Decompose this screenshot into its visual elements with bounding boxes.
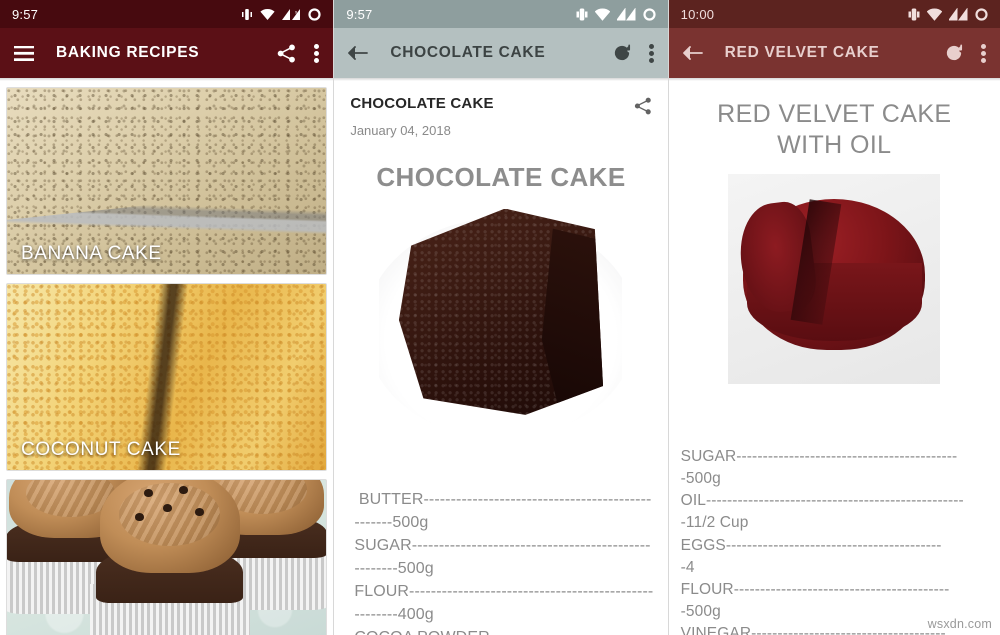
more-vert-icon[interactable] — [648, 43, 654, 63]
article-spacer — [350, 444, 651, 488]
vibrate-icon — [576, 8, 588, 20]
article-date: January 04, 2018 — [350, 123, 451, 138]
recipe-card-list: BANANA CAKE COCONUT CAKE — [0, 81, 333, 635]
status-bar: 9:57 x — [0, 0, 334, 28]
chocolate-cake-slice-photo — [379, 203, 623, 444]
article-red-velvet-cake: RED VELVET CAKE WITH OIL — [669, 81, 1000, 446]
back-arrow-icon[interactable] — [348, 45, 369, 61]
cake-slice-shape — [398, 208, 604, 415]
three-phone-screenshots: 9:57 x BAKING RECIPES BANANA CAKE COCONU… — [0, 0, 1000, 635]
hamburger-icon[interactable] — [14, 45, 34, 61]
signal-icon — [949, 7, 968, 20]
refresh-icon[interactable] — [613, 44, 631, 62]
recipe-card-label: BANANA CAKE — [21, 243, 162, 264]
signal-icon — [616, 7, 636, 20]
panel-chocolate-cake-detail: 9:57 CHOCOLATE CAKE CHOCOLATE CAKE Janua… — [333, 0, 668, 635]
more-vert-icon[interactable] — [981, 43, 986, 63]
ingredients-text: BUTTER----------------------------------… — [354, 490, 654, 635]
more-vert-icon[interactable] — [314, 43, 320, 63]
app-bar-actions — [277, 43, 320, 63]
vibrate-icon — [242, 8, 253, 20]
app-bar-actions — [613, 43, 654, 63]
recipe-card-coconut[interactable]: COCONUT CAKE — [6, 283, 328, 471]
article-title: CHOCOLATE CAKE — [350, 95, 494, 112]
status-icons — [908, 7, 988, 21]
ingredients-text: SUGAR-----------------------------------… — [680, 448, 964, 635]
app-bar: BAKING RECIPES — [0, 28, 334, 78]
wifi-icon — [927, 8, 942, 21]
recipe-card-banana[interactable]: BANANA CAKE — [6, 87, 328, 275]
red-velvet-cake-photo — [728, 174, 941, 384]
status-bar: 10:00 — [668, 0, 1000, 28]
app-bar: CHOCOLATE CAKE — [334, 28, 668, 78]
battery-icon — [975, 7, 988, 21]
article-heading: RED VELVET CAKE WITH OIL — [717, 100, 952, 159]
battery-icon — [308, 7, 321, 21]
article-spacer — [685, 384, 984, 446]
app-bar: RED VELVET CAKE — [668, 28, 1000, 78]
article-share-button[interactable] — [634, 95, 652, 120]
app-bar-title: CHOCOLATE CAKE — [390, 44, 546, 61]
refresh-icon[interactable] — [945, 44, 963, 62]
app-bar-title: RED VELVET CAKE — [724, 44, 880, 61]
panel-red-velvet-cake-detail: 10:00 RED VELVET CAKE RED VELVET CAKE WI… — [667, 0, 1000, 635]
recipe-card-label: COCONUT CAKE — [21, 439, 181, 460]
site-watermark: wsxdn.com — [927, 617, 992, 631]
status-time: 9:57 — [346, 6, 373, 22]
cupcake-front — [90, 480, 250, 635]
status-bar: 9:57 — [334, 0, 668, 28]
article-photo-wrap — [350, 203, 651, 444]
battery-icon — [643, 7, 656, 21]
share-icon — [634, 97, 651, 115]
article-header: CHOCOLATE CAKE January 04, 2018 — [350, 95, 651, 138]
recipe-card-chocolate[interactable]: CHOCOLATE CAKE — [6, 479, 328, 635]
wifi-icon — [260, 8, 275, 20]
status-icons — [576, 7, 656, 21]
back-arrow-icon[interactable] — [682, 45, 703, 61]
chocolate-cupcakes-photo — [7, 480, 327, 635]
app-bar-actions — [945, 43, 986, 63]
article-photo-wrap — [685, 174, 984, 384]
status-icons: x — [241, 7, 321, 21]
panel-baking-recipes-list: 9:57 x BAKING RECIPES BANANA CAKE COCONU… — [0, 0, 334, 635]
vibrate-icon — [908, 8, 920, 20]
wifi-icon — [594, 8, 610, 21]
status-time: 10:00 — [680, 6, 715, 22]
article-chocolate-cake: CHOCOLATE CAKE January 04, 2018 CHOCOLAT… — [334, 81, 667, 488]
status-time: 9:57 — [12, 6, 39, 22]
app-bar-title: BAKING RECIPES — [56, 44, 200, 61]
signal-icon: x — [282, 8, 301, 20]
article-heading: CHOCOLATE CAKE — [376, 162, 626, 192]
share-icon[interactable] — [277, 44, 296, 63]
